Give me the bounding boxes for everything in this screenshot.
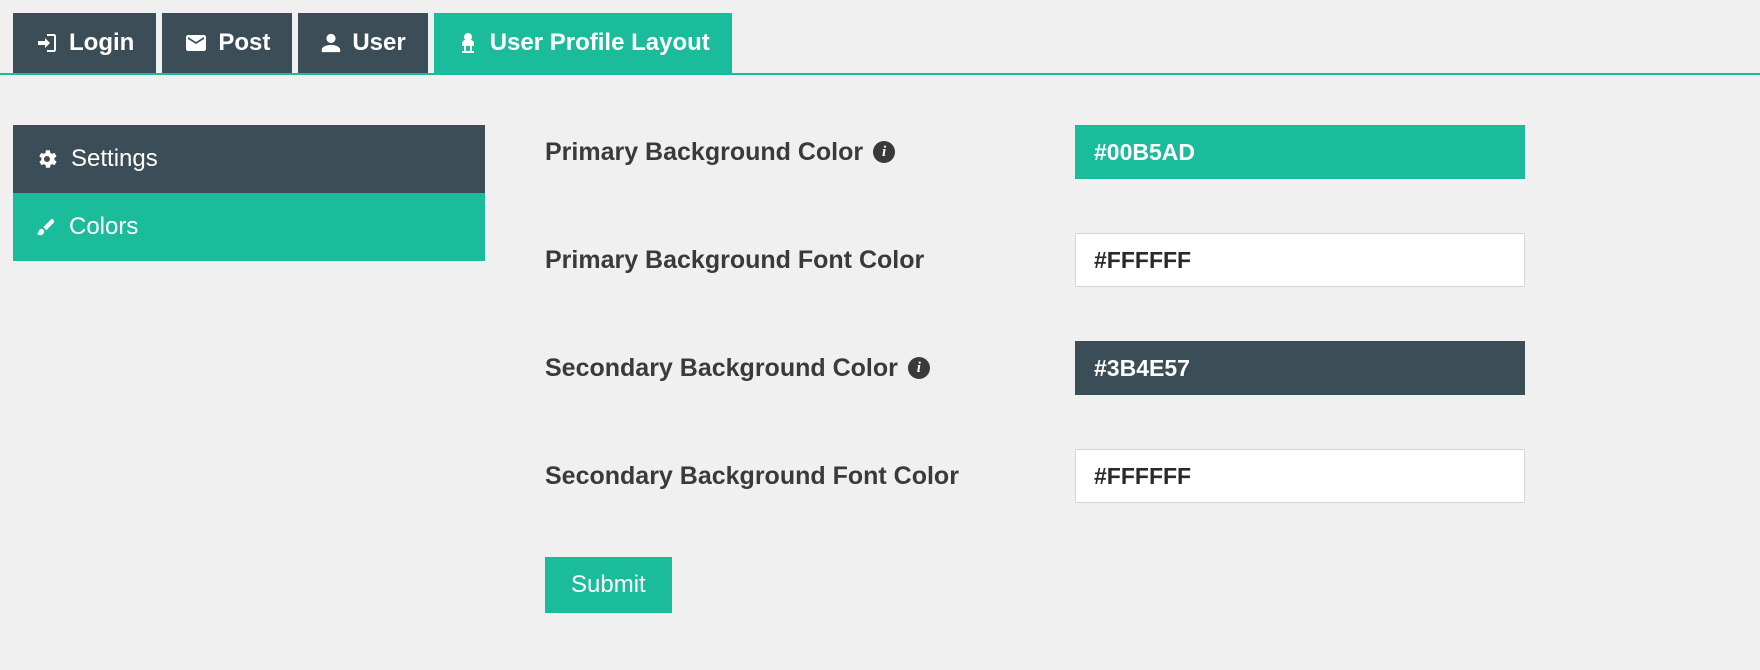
secondary-font-color-input[interactable] <box>1075 449 1525 503</box>
sidebar-item-label: Colors <box>69 213 138 241</box>
tab-label: Login <box>69 29 134 57</box>
sidebar: Settings Colors <box>13 125 485 613</box>
label-text: Primary Background Font Color <box>545 246 924 275</box>
tab-label: User <box>352 29 405 57</box>
primary-bg-color-input[interactable] <box>1075 125 1525 179</box>
label-text: Primary Background Color <box>545 138 863 167</box>
profile-layout-icon <box>456 31 480 55</box>
label-text: Secondary Background Color <box>545 354 898 383</box>
primary-font-color-input[interactable] <box>1075 233 1525 287</box>
submit-button[interactable]: Submit <box>545 557 672 613</box>
form-label: Primary Background Font Color <box>545 246 1075 275</box>
form-row-secondary-font: Secondary Background Font Color <box>545 449 1747 503</box>
brush-icon <box>35 216 57 238</box>
sidebar-item-label: Settings <box>71 145 158 173</box>
form-area: Primary Background Color i Primary Backg… <box>485 125 1747 613</box>
user-icon <box>320 32 342 54</box>
tab-label: Post <box>218 29 270 57</box>
sidebar-item-settings[interactable]: Settings <box>13 125 485 193</box>
gears-icon <box>35 147 59 171</box>
tab-login[interactable]: Login <box>13 13 156 73</box>
login-icon <box>35 31 59 55</box>
form-row-primary-font: Primary Background Font Color <box>545 233 1747 287</box>
tab-post[interactable]: Post <box>162 13 292 73</box>
main-content: Settings Colors Primary Background Color… <box>0 75 1760 626</box>
tab-user-profile-layout[interactable]: User Profile Layout <box>434 13 732 73</box>
form-row-primary-bg: Primary Background Color i <box>545 125 1747 179</box>
form-label: Primary Background Color i <box>545 138 1075 167</box>
tab-user[interactable]: User <box>298 13 427 73</box>
form-row-secondary-bg: Secondary Background Color i <box>545 341 1747 395</box>
form-label: Secondary Background Color i <box>545 354 1075 383</box>
secondary-bg-color-input[interactable] <box>1075 341 1525 395</box>
info-icon[interactable]: i <box>908 357 930 379</box>
top-tabs: Login Post User User Profile Layout <box>0 0 1760 75</box>
form-label: Secondary Background Font Color <box>545 462 1075 491</box>
sidebar-item-colors[interactable]: Colors <box>13 193 485 261</box>
label-text: Secondary Background Font Color <box>545 462 959 491</box>
envelope-icon <box>184 31 208 55</box>
info-icon[interactable]: i <box>873 141 895 163</box>
tab-label: User Profile Layout <box>490 29 710 57</box>
